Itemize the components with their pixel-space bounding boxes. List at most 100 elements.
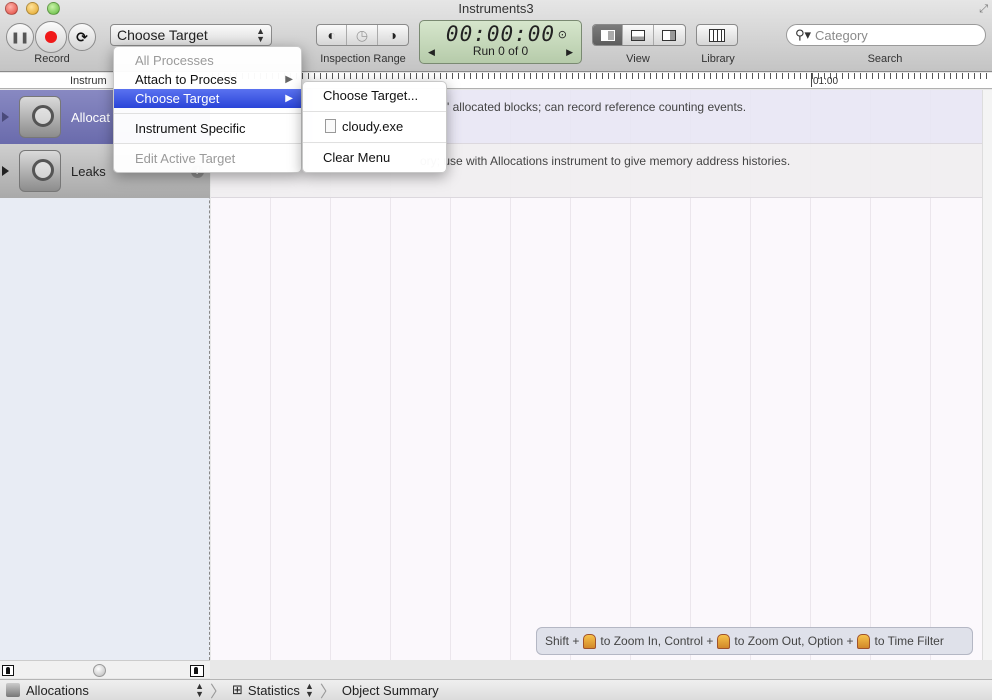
menu-separator xyxy=(303,111,446,112)
record-controls: ❚❚ ⟳ xyxy=(6,21,96,53)
instrument-name: Allocat xyxy=(71,109,111,125)
clock-icon: ◷ xyxy=(355,26,369,43)
window-controls xyxy=(5,2,60,15)
record-button[interactable] xyxy=(35,21,67,53)
next-run-button[interactable]: ▶ xyxy=(566,47,573,58)
menu-separator xyxy=(114,143,301,144)
submenu-arrow-icon: ▶ xyxy=(285,93,293,104)
hint-text: to Zoom Out, Option + xyxy=(734,634,854,648)
submenu-arrow-icon: ▶ xyxy=(285,74,293,85)
inspection-range-label: Inspection Range xyxy=(320,53,406,65)
set-range-start-button[interactable]: ◐ xyxy=(317,25,348,45)
view-label: View xyxy=(626,53,650,65)
updown-arrows-icon: ▲ ▼ xyxy=(195,681,204,699)
fullscreen-icon[interactable]: ⤢ xyxy=(979,3,988,16)
view-mode-label: Statistics xyxy=(247,682,300,698)
minimize-window-button[interactable] xyxy=(26,2,39,15)
search-placeholder: Category xyxy=(815,27,868,43)
view-mode-selector[interactable]: ⊞ Statistics ▲ ▼ xyxy=(226,680,320,700)
menu-item-attach-to-process[interactable]: Attach to Process ▶ xyxy=(114,70,301,89)
run-counter: Run 0 of 0 xyxy=(472,44,529,58)
ruler-major-tick xyxy=(811,73,812,87)
allocations-small-icon xyxy=(6,683,20,697)
small-track-icon xyxy=(2,665,14,676)
instruments-column-header: Instrum xyxy=(70,75,107,87)
mouse-drag-icon xyxy=(583,633,597,649)
zoom-hint-tooltip: Shift + to Zoom In, Control + to Zoom Ou… xyxy=(536,627,973,655)
mouse-drag-icon xyxy=(857,633,871,649)
clear-range-button[interactable]: ◷ xyxy=(347,25,378,45)
pause-button[interactable]: ❚❚ xyxy=(6,23,34,51)
view-control xyxy=(592,24,686,46)
window-title: Instruments3 xyxy=(458,1,534,16)
record-label: Record xyxy=(34,53,70,65)
track-description: ory; use with Allocations instrument to … xyxy=(420,154,791,168)
instrument-name: Leaks xyxy=(71,163,106,179)
hint-text: to Time Filter xyxy=(874,634,944,648)
hint-text: Shift + xyxy=(545,634,580,648)
disclosure-triangle-icon[interactable] xyxy=(2,112,9,122)
large-track-icon xyxy=(190,665,204,677)
bottom-pane-icon xyxy=(631,29,646,41)
right-pane-icon xyxy=(662,29,677,41)
zoom-window-button[interactable] xyxy=(47,2,60,15)
menu-separator xyxy=(303,142,446,143)
table-icon: ⊞ xyxy=(232,682,243,697)
search-icon: ⚲▾ xyxy=(795,27,812,42)
instrument-selector-label: Allocations xyxy=(26,682,89,698)
instruments-sidebar: Allocat Leaks i xyxy=(0,90,210,660)
timer-mode-icon[interactable]: ⊙ xyxy=(558,28,567,41)
library-label: Library xyxy=(701,53,735,65)
hint-text: to Zoom In, Control + xyxy=(600,634,714,648)
inspection-range-control: ◐ ◷ ◑ xyxy=(316,24,409,46)
status-bar: Allocations ▲ ▼ 〉 ⊞ Statistics ▲ ▼ 〉 Objec… xyxy=(0,679,992,700)
clock-end-icon: ◑ xyxy=(388,27,398,43)
loop-button[interactable]: ⟳ xyxy=(68,23,96,51)
menu-item-instrument-specific[interactable]: Instrument Specific xyxy=(114,119,301,138)
view-right-pane-button[interactable] xyxy=(654,25,685,45)
set-range-end-button[interactable]: ◑ xyxy=(378,25,408,45)
breadcrumb-separator: 〉 xyxy=(210,684,227,700)
library-icon xyxy=(709,28,725,42)
track-area[interactable]: ' allocated blocks; can record reference… xyxy=(211,90,982,660)
search-field[interactable]: ⚲▾ Category xyxy=(786,24,986,46)
target-select[interactable]: Choose Target ▲ ▼ xyxy=(110,24,272,46)
close-window-button[interactable] xyxy=(5,2,18,15)
left-pane-icon xyxy=(600,29,615,41)
track-description: ' allocated blocks; can record reference… xyxy=(447,100,747,114)
menu-item-recent-target[interactable]: cloudy.exe xyxy=(303,116,446,138)
detail-breadcrumb[interactable]: Object Summary xyxy=(336,680,445,700)
vertical-scrollbar[interactable] xyxy=(982,90,992,660)
search-label: Search xyxy=(867,53,903,65)
previous-run-button[interactable]: ◀ xyxy=(428,47,435,58)
instrument-selector[interactable]: Allocations ▲ ▼ xyxy=(0,680,210,700)
track-zoom-knob[interactable] xyxy=(93,664,106,677)
view-left-pane-button[interactable] xyxy=(593,25,624,45)
loop-icon: ⟳ xyxy=(76,28,88,45)
menu-item-edit-active-target: Edit Active Target xyxy=(135,151,236,166)
timer-display: 00:00:00 ⊙ Run 0 of 0 ◀ ▶ xyxy=(419,20,582,64)
menu-item-all-processes: All Processes xyxy=(135,53,214,68)
disclosure-triangle-icon[interactable] xyxy=(2,166,9,176)
pause-icon: ❚❚ xyxy=(10,31,30,44)
ruler-tick-label: 01:00 xyxy=(813,76,839,87)
target-menu: All Processes Attach to Process ▶ Choose … xyxy=(113,46,302,173)
menu-item-choose-target-dialog[interactable]: Choose Target... xyxy=(303,85,446,107)
menu-item-choose-target[interactable]: Choose Target ▶ xyxy=(114,89,301,108)
record-icon xyxy=(45,31,57,43)
clock-start-icon: ◐ xyxy=(327,27,336,43)
updown-arrows-icon: ▲ ▼ xyxy=(304,681,314,699)
choose-target-submenu: Choose Target... cloudy.exe Clear Menu xyxy=(302,81,447,173)
detail-label: Object Summary xyxy=(341,682,439,698)
breadcrumb-separator: 〉 xyxy=(319,684,336,700)
updown-arrows-icon: ▲ ▼ xyxy=(256,26,265,44)
ruler-ticks xyxy=(212,73,988,79)
target-select-value: Choose Target xyxy=(117,27,208,43)
track-zoom-slider xyxy=(0,660,210,678)
library-button[interactable] xyxy=(696,24,738,46)
menu-separator xyxy=(114,113,301,114)
allocations-instrument-icon xyxy=(19,96,61,138)
view-bottom-pane-button[interactable] xyxy=(623,25,654,45)
document-icon xyxy=(325,119,336,133)
menu-item-clear-menu[interactable]: Clear Menu xyxy=(303,147,446,169)
